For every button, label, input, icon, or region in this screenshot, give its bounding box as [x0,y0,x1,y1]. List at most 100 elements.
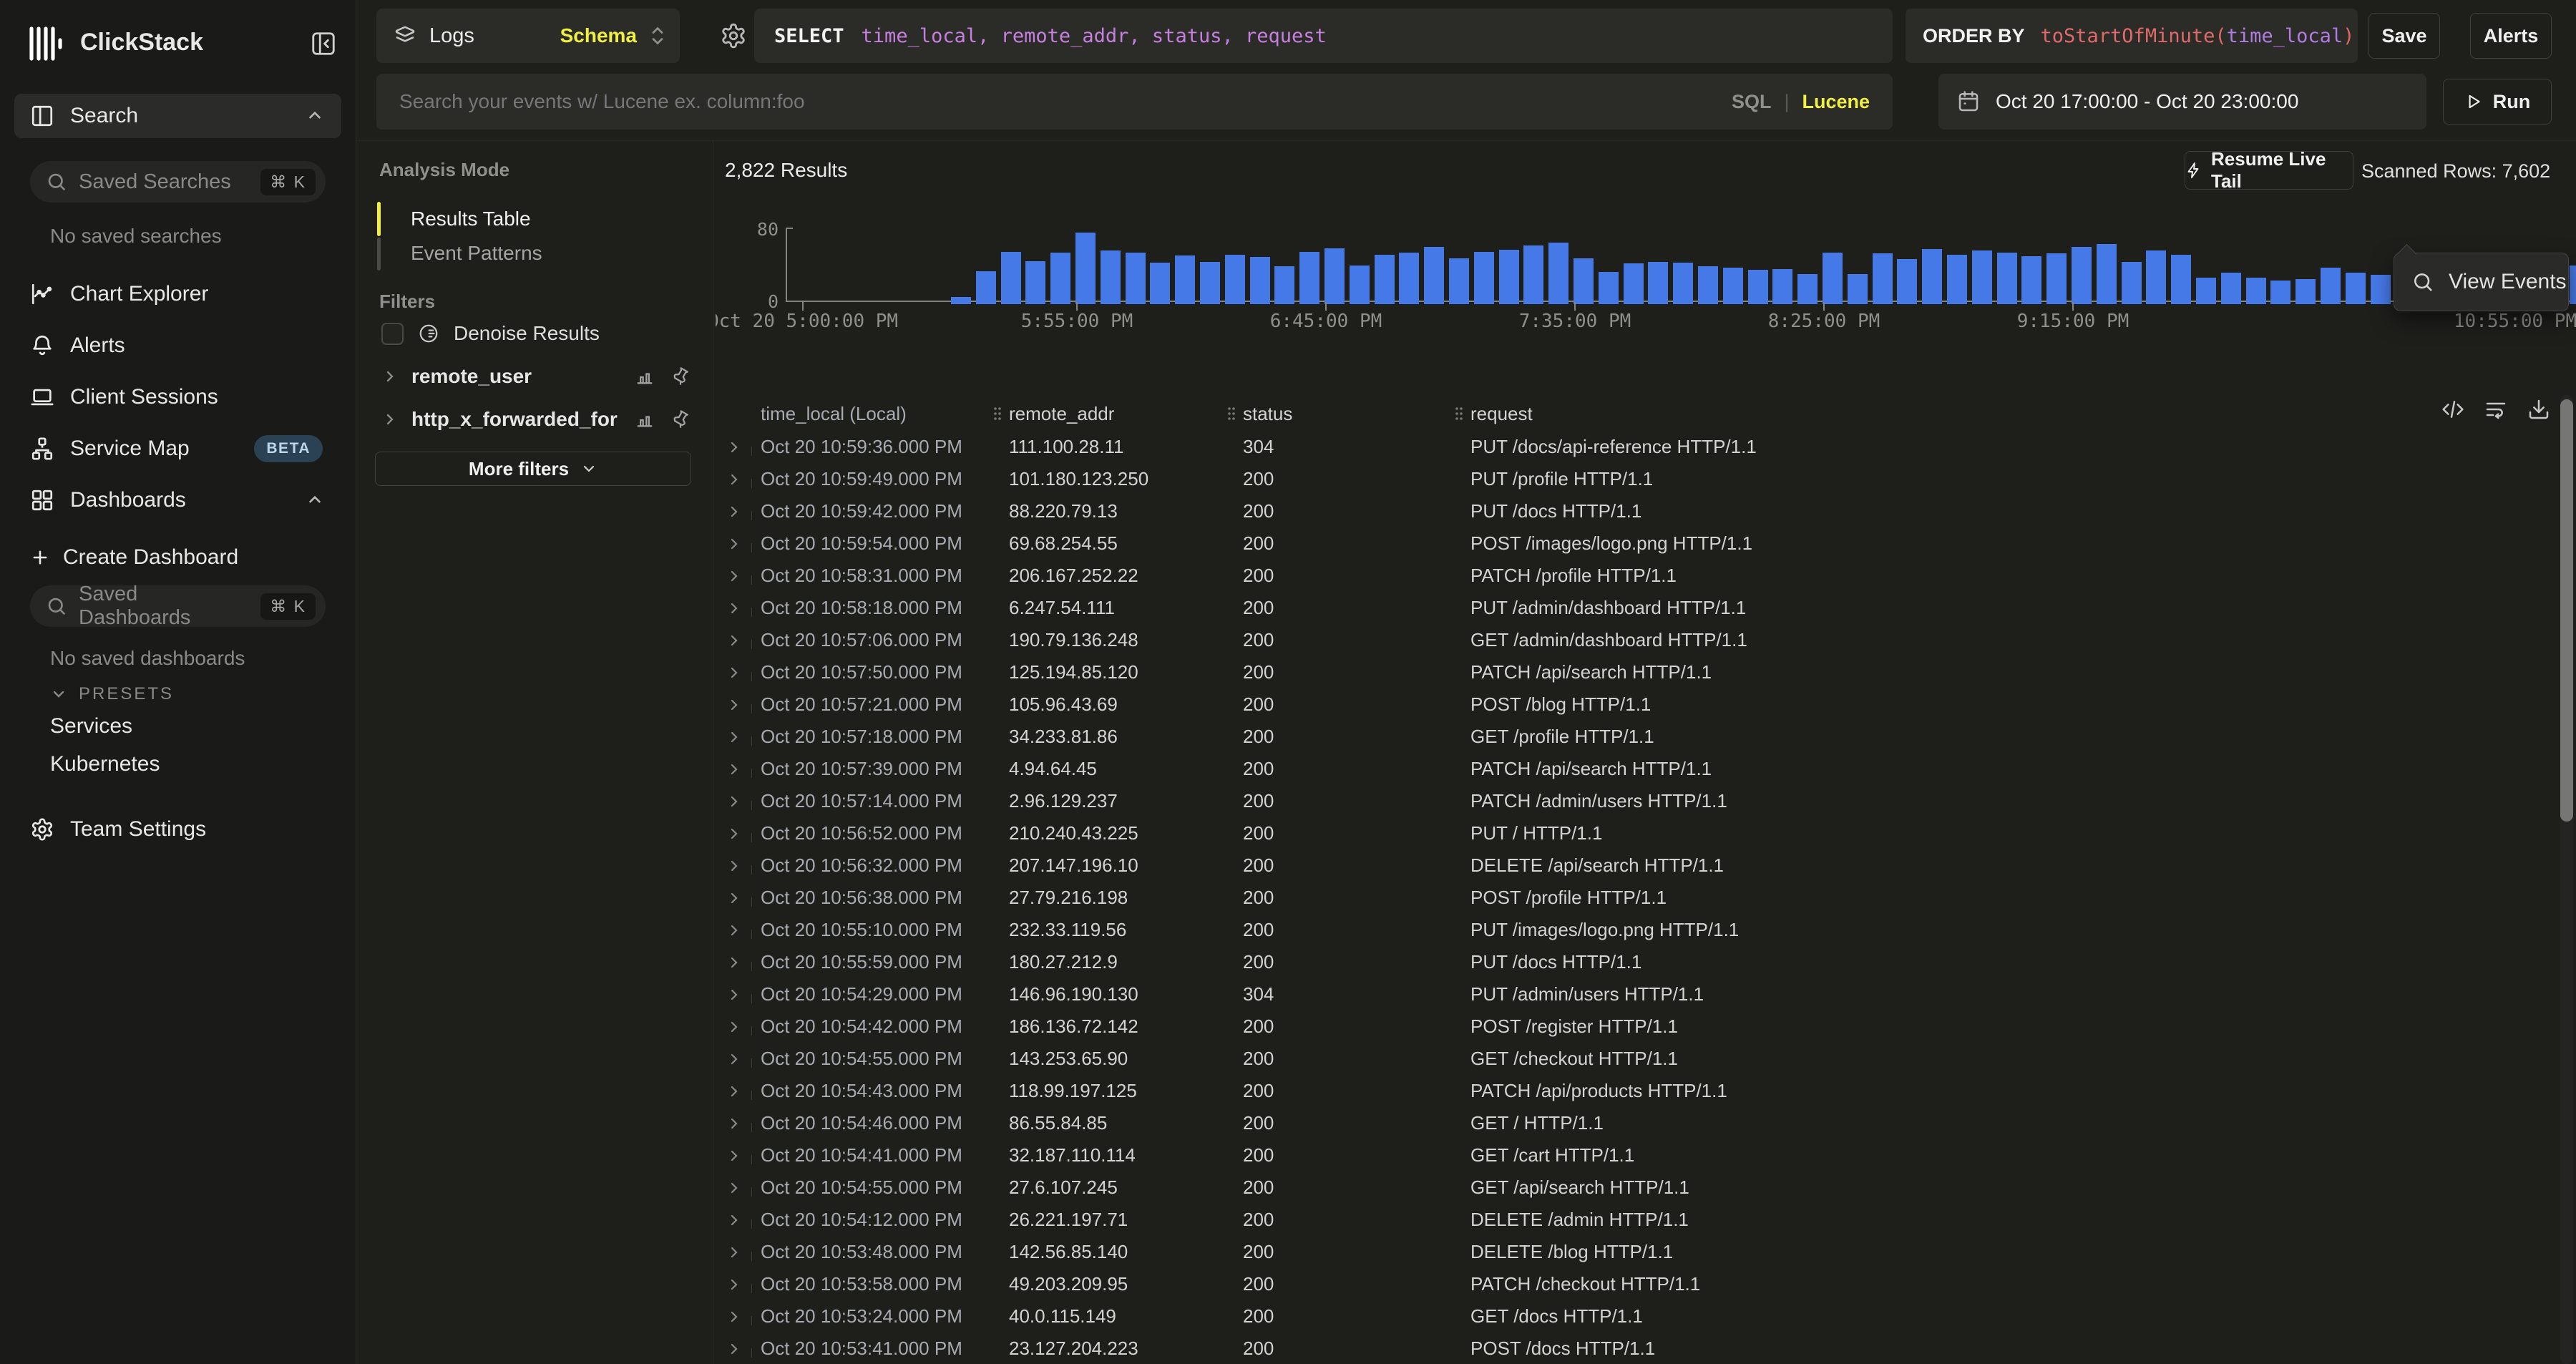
mode-event-patterns[interactable]: Event Patterns [411,242,542,265]
field-chart-icon[interactable] [635,366,655,386]
drag-handle-icon[interactable] [992,405,1003,422]
table-row[interactable]: Oct 20 10:57:50.000 PM125.194.85.120200P… [716,656,2576,688]
scrollbar-thumb[interactable] [2560,399,2573,822]
row-expand-chevron-icon[interactable] [716,1179,761,1197]
table-row[interactable]: Oct 20 10:55:10.000 PM232.33.119.56200PU… [716,914,2576,946]
table-row[interactable]: Oct 20 10:54:46.000 PM86.55.84.85200GET … [716,1107,2576,1139]
field-pin-icon[interactable] [670,409,691,429]
table-row[interactable]: Oct 20 10:59:49.000 PM101.180.123.250200… [716,463,2576,495]
save-button[interactable]: Save [2368,13,2440,59]
sidebar-item-service-map[interactable]: Service Map BETA [14,427,341,471]
table-row[interactable]: Oct 20 10:58:18.000 PM6.247.54.111200PUT… [716,592,2576,624]
table-row[interactable]: Oct 20 10:53:58.000 PM49.203.209.95200PA… [716,1268,2576,1300]
table-row[interactable]: Oct 20 10:54:43.000 PM118.99.197.125200P… [716,1075,2576,1107]
sidebar-item-chart-explorer[interactable]: Chart Explorer [14,272,341,316]
row-expand-chevron-icon[interactable] [716,1083,761,1100]
table-row[interactable]: Oct 20 10:54:41.000 PM32.187.110.114200G… [716,1139,2576,1171]
row-expand-chevron-icon[interactable] [716,632,761,649]
saved-searches-input[interactable]: Saved Searches ⌘ K [30,161,326,203]
row-expand-chevron-icon[interactable] [716,1051,761,1068]
preset-item-kubernetes[interactable]: Kubernetes [50,752,160,776]
row-expand-chevron-icon[interactable] [716,954,761,971]
preset-item-services[interactable]: Services [50,714,132,739]
table-row[interactable]: Oct 20 10:56:32.000 PM207.147.196.10200D… [716,849,2576,882]
row-expand-chevron-icon[interactable] [716,1244,761,1261]
alerts-button[interactable]: Alerts [2470,13,2552,59]
table-row[interactable]: Oct 20 10:53:48.000 PM142.56.85.140200DE… [716,1236,2576,1268]
table-row[interactable]: Oct 20 10:55:59.000 PM180.27.212.9200PUT… [716,946,2576,978]
table-row[interactable]: Oct 20 10:56:52.000 PM210.240.43.225200P… [716,817,2576,849]
row-expand-chevron-icon[interactable] [716,729,761,746]
table-row[interactable]: Oct 20 10:58:31.000 PM206.167.252.22200P… [716,560,2576,592]
field-chart-icon[interactable] [635,409,655,429]
filter-field-remote-user[interactable]: remote_user [381,365,691,388]
select-clause-input[interactable]: SELECT time_local, remote_addr, status, … [754,9,1893,63]
row-expand-chevron-icon[interactable] [716,825,761,842]
table-row[interactable]: Oct 20 10:54:55.000 PM27.6.107.245200GET… [716,1171,2576,1204]
row-expand-chevron-icon[interactable] [716,1340,761,1358]
table-row[interactable]: Oct 20 10:57:21.000 PM105.96.43.69200POS… [716,688,2576,721]
column-header-remote-addr[interactable]: remote_addr [992,403,1226,425]
field-pin-icon[interactable] [670,366,691,386]
order-by-input[interactable]: ORDER BY toStartOfMinute(time_local) D [1906,9,2358,63]
table-row[interactable]: Oct 20 10:57:14.000 PM2.96.129.237200PAT… [716,785,2576,817]
row-expand-chevron-icon[interactable] [716,471,761,488]
denoise-results-row[interactable]: Denoise Results [381,322,600,345]
sidebar-collapse-icon[interactable] [310,30,337,57]
row-expand-chevron-icon[interactable] [716,857,761,875]
source-settings-gear-icon[interactable] [720,22,747,49]
row-expand-chevron-icon[interactable] [716,761,761,778]
column-header-time-local[interactable]: time_local (Local) [761,403,992,425]
team-settings-button[interactable]: Team Settings [14,807,341,852]
table-row[interactable]: Oct 20 10:54:29.000 PM146.96.190.130304P… [716,978,2576,1010]
mode-results-table[interactable]: Results Table [411,208,531,230]
row-expand-chevron-icon[interactable] [716,535,761,552]
row-expand-chevron-icon[interactable] [716,1018,761,1036]
table-row[interactable]: Oct 20 10:59:36.000 PM111.100.28.11304PU… [716,431,2576,463]
row-expand-chevron-icon[interactable] [716,1115,761,1132]
row-expand-chevron-icon[interactable] [716,664,761,681]
time-range-picker[interactable]: Oct 20 17:00:00 - Oct 20 23:00:00 [1938,74,2426,130]
drag-handle-icon[interactable] [1453,405,1465,422]
row-expand-chevron-icon[interactable] [716,890,761,907]
row-expand-chevron-icon[interactable] [716,567,761,585]
column-header-status[interactable]: status [1226,403,1453,425]
sidebar-item-search[interactable]: Search [14,94,341,138]
row-expand-chevron-icon[interactable] [716,986,761,1003]
table-row[interactable]: Oct 20 10:53:24.000 PM40.0.115.149200GET… [716,1300,2576,1333]
table-row[interactable]: Oct 20 10:57:18.000 PM34.233.81.86200GET… [716,721,2576,753]
row-expand-chevron-icon[interactable] [716,793,761,810]
table-row[interactable]: Oct 20 10:57:06.000 PM190.79.136.248200G… [716,624,2576,656]
saved-dashboards-input[interactable]: Saved Dashboards ⌘ K [30,585,326,627]
column-header-request[interactable]: request [1453,403,2576,425]
create-dashboard-button[interactable]: Create Dashboard [14,535,341,580]
row-expand-chevron-icon[interactable] [716,1147,761,1164]
sidebar-item-alerts[interactable]: Alerts [14,323,341,368]
presets-toggle[interactable]: PRESETS [50,684,174,704]
row-expand-chevron-icon[interactable] [716,696,761,713]
row-expand-chevron-icon[interactable] [716,503,761,520]
denoise-checkbox[interactable] [381,323,404,345]
table-row[interactable]: Oct 20 10:57:39.000 PM4.94.64.45200PATCH… [716,753,2576,785]
table-row[interactable]: Oct 20 10:56:38.000 PM27.79.216.198200PO… [716,882,2576,914]
table-row[interactable]: Oct 20 10:54:55.000 PM143.253.65.90200GE… [716,1043,2576,1075]
sidebar-item-client-sessions[interactable]: Client Sessions [14,375,341,419]
row-expand-chevron-icon[interactable] [716,1212,761,1229]
row-expand-chevron-icon[interactable] [716,1308,761,1325]
row-expand-chevron-icon[interactable] [716,439,761,456]
event-search-input[interactable]: Search your events w/ Lucene ex. column:… [376,74,1893,130]
view-events-popover[interactable]: View Events [2394,253,2569,311]
table-row[interactable]: Oct 20 10:59:42.000 PM88.220.79.13200PUT… [716,495,2576,527]
drag-handle-icon[interactable] [1226,405,1237,422]
sidebar-item-dashboards[interactable]: Dashboards [14,478,341,522]
row-expand-chevron-icon[interactable] [716,600,761,617]
source-selector[interactable]: Logs Schema [376,9,680,63]
sql-mode-toggle[interactable]: SQL [1732,91,1772,113]
row-expand-chevron-icon[interactable] [716,922,761,939]
filter-field-http-x-forwarded-for[interactable]: http_x_forwarded_for [381,408,691,431]
row-expand-chevron-icon[interactable] [716,1276,761,1293]
resume-live-tail-button[interactable]: Resume Live Tail [2185,151,2353,190]
run-button[interactable]: Run [2443,79,2552,125]
table-row[interactable]: Oct 20 10:54:42.000 PM186.136.72.142200P… [716,1010,2576,1043]
table-row[interactable]: Oct 20 10:53:41.000 PM23.127.204.223200P… [716,1333,2576,1364]
